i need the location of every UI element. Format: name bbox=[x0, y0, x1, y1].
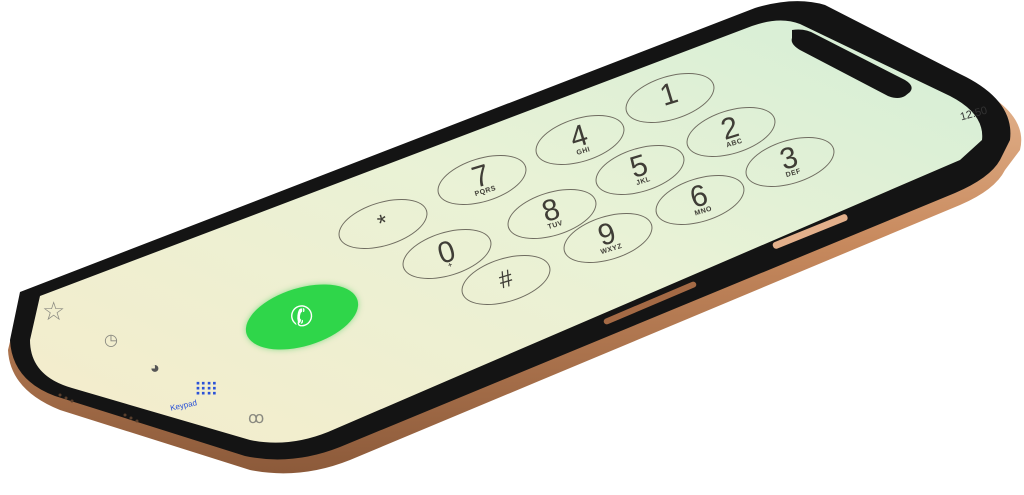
clock-icon[interactable]: ◷ bbox=[104, 330, 118, 350]
phone-body bbox=[8, 1, 1022, 474]
voicemail-icon[interactable]: ꝏ bbox=[248, 408, 264, 428]
contacts-icon[interactable]: ◕ bbox=[150, 360, 160, 378]
keypad-grid-icon[interactable]: ⠿⠿ bbox=[194, 380, 218, 401]
star-icon[interactable]: ☆ bbox=[42, 296, 65, 327]
phone-handset-icon: ✆ bbox=[286, 298, 318, 335]
